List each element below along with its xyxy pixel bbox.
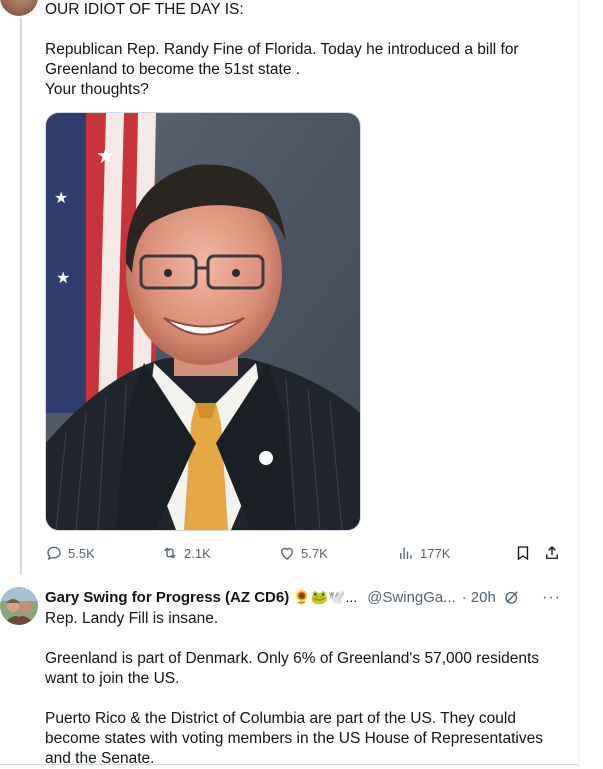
reply-button[interactable]: 5.5K (45, 543, 95, 563)
reply-author-handle[interactable]: @SwingGa... (367, 589, 456, 606)
share-icon (546, 546, 558, 559)
reply-text-line1: Rep. Landy Fill is insane. (45, 610, 219, 627)
bottom-divider (0, 764, 578, 765)
svg-text:★: ★ (56, 268, 70, 287)
like-count: 5.7K (301, 545, 328, 561)
post-image[interactable]: ★ ★ ★ (45, 112, 361, 531)
reply-header: Gary Swing for Progress (AZ CD6) 🌻🐸🕊️...… (45, 587, 521, 607)
reply-text-para2: Greenland is part of Denmark. Only 6% of… (45, 650, 540, 687)
repost-button[interactable]: 2.1K (161, 543, 211, 563)
svg-text:★: ★ (54, 188, 68, 207)
name-emojis: 🌻🐸🕊️... (293, 588, 358, 605)
reply-text-para3: Puerto Rico & the District of Columbia a… (45, 710, 543, 767)
more-options-button[interactable]: ··· (542, 589, 561, 607)
post-action-bar: 5.5K 2.1K 5.7K 177K (45, 543, 565, 563)
repost-icon (164, 547, 176, 559)
share-button[interactable] (543, 543, 561, 563)
author-avatar[interactable] (0, 0, 38, 16)
separator-dot: · (461, 588, 467, 606)
reply-timestamp[interactable]: 20h (471, 589, 496, 606)
reply-icon (47, 546, 61, 561)
grok-icon[interactable] (503, 588, 521, 606)
views-button[interactable]: 177K (397, 543, 450, 563)
thread-connector-line (20, 17, 22, 575)
bookmark-icon (517, 546, 529, 561)
reply-count: 5.5K (68, 545, 95, 561)
bookmark-button[interactable] (514, 543, 532, 563)
reply-avatar[interactable] (0, 587, 38, 625)
column-border (578, 0, 579, 767)
svg-text:★: ★ (96, 144, 116, 169)
heart-icon (281, 547, 293, 560)
post-text-body: Republican Rep. Randy Fine of Florida. T… (45, 41, 519, 98)
post-text-headline: OUR IDIOT OF THE DAY IS: (45, 1, 244, 18)
like-button[interactable]: 5.7K (278, 543, 328, 563)
reply-author-name[interactable]: Gary Swing for Progress (AZ CD6) (45, 589, 289, 606)
portrait-photo: ★ ★ ★ (46, 113, 360, 530)
views-count: 177K (420, 545, 451, 561)
repost-count: 2.1K (184, 545, 211, 561)
analytics-icon (400, 547, 412, 559)
